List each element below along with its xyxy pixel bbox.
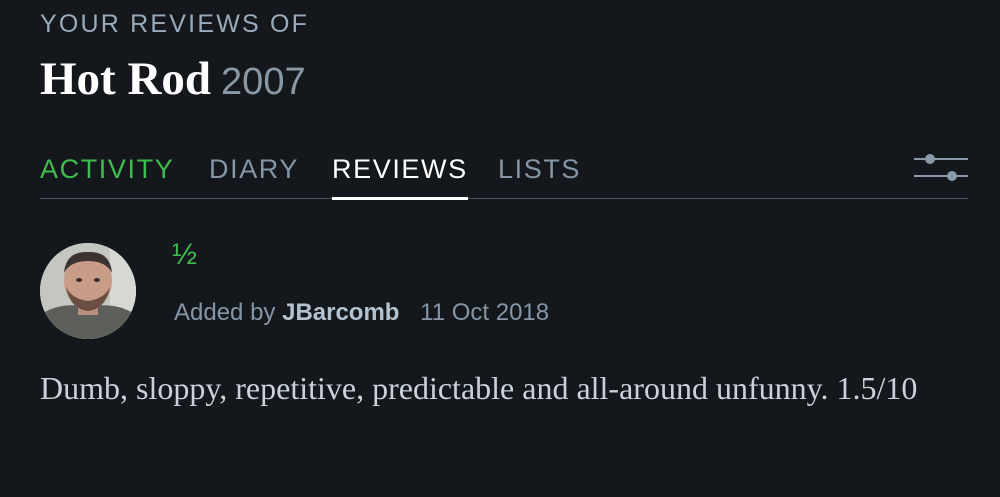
film-title[interactable]: Hot Rod bbox=[40, 52, 211, 106]
tab-bar: ACTIVITY DIARY REVIEWS LISTS bbox=[40, 150, 968, 200]
sliders-icon[interactable] bbox=[914, 150, 968, 184]
avatar[interactable] bbox=[40, 243, 136, 339]
page-eyebrow: YOUR REVIEWS OF bbox=[40, 10, 310, 38]
tab-diary[interactable]: DIARY bbox=[209, 150, 299, 198]
tab-activity[interactable]: ACTIVITY bbox=[40, 150, 174, 198]
rating: ½ bbox=[172, 238, 198, 271]
film-heading: Hot Rod 2007 bbox=[40, 52, 306, 106]
tab-lists[interactable]: LISTS bbox=[498, 150, 581, 198]
added-by-label: Added by bbox=[174, 299, 276, 326]
tab-reviews[interactable]: REVIEWS bbox=[332, 150, 468, 200]
film-year[interactable]: 2007 bbox=[221, 61, 306, 104]
author-link[interactable]: JBarcomb bbox=[282, 299, 399, 326]
review-body[interactable]: Dumb, sloppy, repetitive, predictable an… bbox=[40, 362, 940, 415]
review-date[interactable]: 11 Oct 2018 bbox=[420, 299, 549, 326]
review-meta: Added by JBarcomb 11 Oct 2018 bbox=[174, 299, 549, 327]
